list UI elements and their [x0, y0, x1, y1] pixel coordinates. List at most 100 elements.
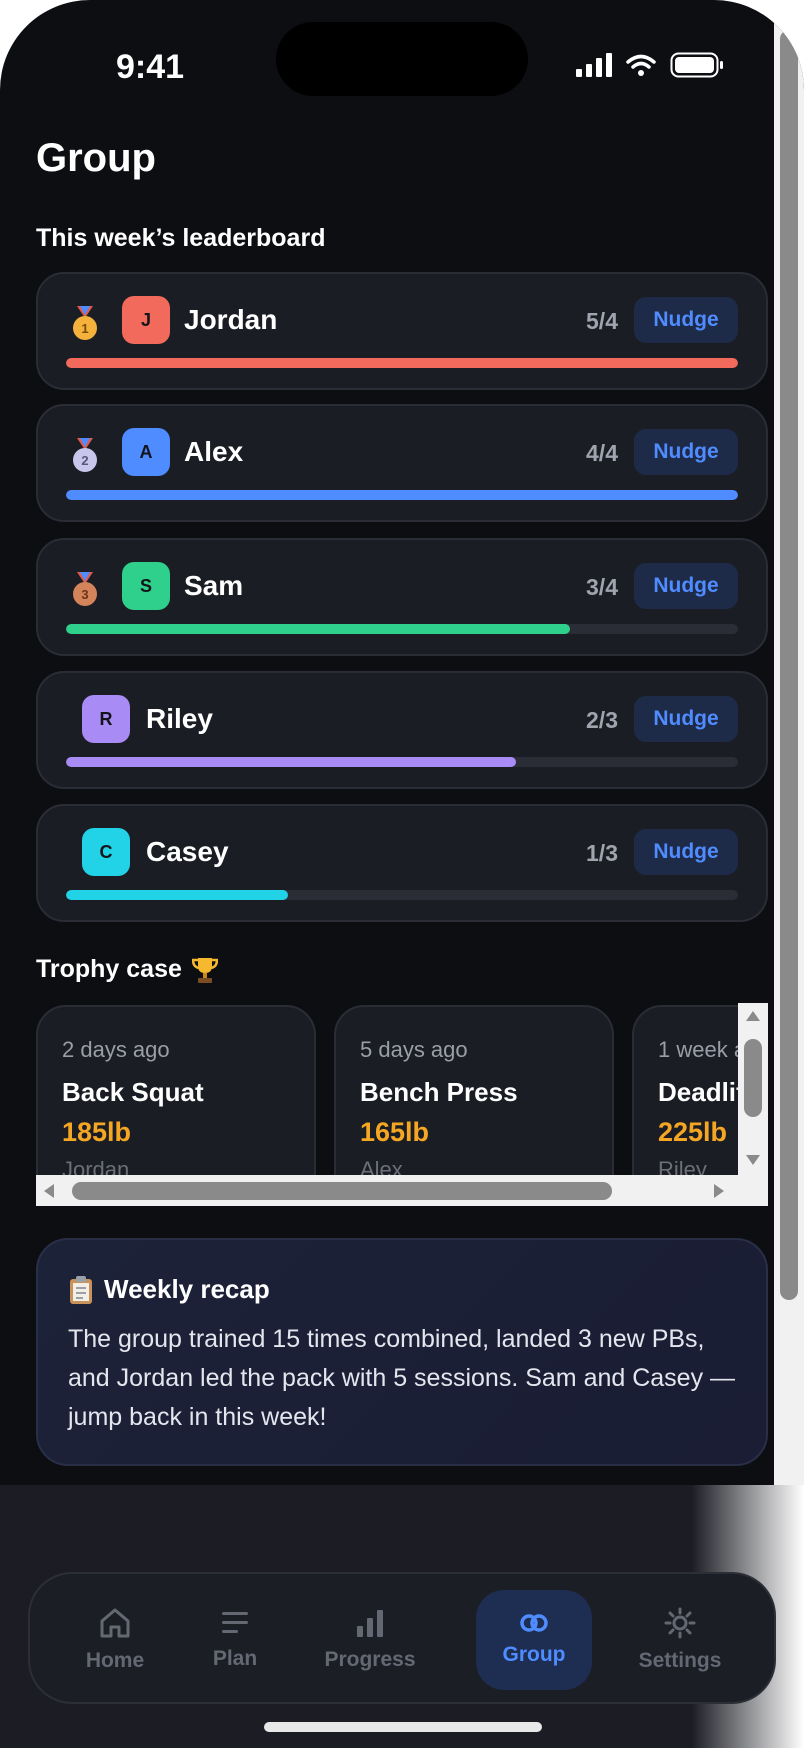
- home-icon: [100, 1608, 130, 1638]
- session-score: 5/4: [586, 308, 618, 334]
- avatar: S: [122, 562, 170, 610]
- phone-screen: 9:41 Group This week’s leaderboard 1 J J…: [0, 0, 804, 1748]
- tab-settings[interactable]: Settings: [610, 1590, 750, 1690]
- trophy-weight: 185lb: [62, 1117, 132, 1147]
- member-name: Sam: [184, 570, 244, 601]
- carousel-horizontal-scroll-thumb[interactable]: [72, 1182, 612, 1200]
- gold-medal-icon: 1: [73, 306, 97, 340]
- trophy-icon: [191, 957, 218, 983]
- leaderboard-title: This week’s leaderboard: [36, 224, 326, 252]
- trophy-case-label: Trophy case: [36, 955, 182, 983]
- page-scroll-thumb[interactable]: [780, 30, 798, 1300]
- progress-track: [66, 757, 738, 767]
- group-icon: [520, 1614, 548, 1632]
- trophy-lift: Back Squat: [62, 1077, 204, 1107]
- avatar: A: [122, 428, 170, 476]
- medal-rank: 2: [81, 453, 88, 468]
- tab-label: Settings: [638, 1649, 722, 1672]
- home-indicator[interactable]: [264, 1722, 542, 1732]
- nudge-button[interactable]: Nudge: [634, 563, 738, 609]
- tab-group[interactable]: Group: [476, 1590, 592, 1690]
- scroll-left-arrow-icon[interactable]: [42, 1183, 56, 1199]
- wifi-icon: [626, 54, 656, 76]
- avatar-initial: C: [99, 841, 113, 862]
- tab-plan[interactable]: Plan: [180, 1590, 290, 1690]
- avatar-initial: J: [140, 309, 151, 330]
- avatar-initial: R: [99, 708, 113, 729]
- bronze-medal-icon: 3: [73, 572, 97, 606]
- nudge-button[interactable]: Nudge: [634, 829, 738, 875]
- trophy-card[interactable]: 2 days ago Back Squat 185lb Jordan: [36, 1005, 316, 1175]
- nudge-button[interactable]: Nudge: [634, 696, 738, 742]
- trophy-member: Riley: [658, 1157, 707, 1175]
- trophy-date: 1 week ago: [658, 1037, 738, 1062]
- page-title: Group: [36, 136, 156, 180]
- gear-icon: [664, 1607, 696, 1639]
- nudge-button[interactable]: Nudge: [634, 429, 738, 475]
- bar-chart-icon: [357, 1610, 383, 1637]
- list-icon: [222, 1612, 248, 1633]
- session-score: 2/3: [586, 707, 618, 733]
- progress-fill: [66, 757, 517, 767]
- trophy-card[interactable]: 5 days ago Bench Press 165lb Alex: [334, 1005, 614, 1175]
- member-name: Riley: [146, 703, 213, 734]
- dynamic-island: [276, 22, 528, 96]
- progress-fill: [66, 358, 738, 368]
- scroll-right-arrow-icon[interactable]: [712, 1183, 726, 1199]
- trophy-lift: Bench Press: [360, 1077, 518, 1107]
- trophy-weight: 225lb: [658, 1117, 728, 1147]
- silver-medal-icon: 2: [73, 438, 97, 472]
- status-icons: [576, 52, 724, 78]
- avatar: R: [82, 695, 130, 743]
- member-name: Jordan: [184, 304, 278, 335]
- progress-fill: [66, 890, 288, 900]
- leaderboard-row: R Riley 2/3 Nudge: [36, 671, 768, 789]
- trophy-member: Alex: [360, 1157, 403, 1175]
- battery-icon: [670, 52, 723, 78]
- leaderboard-row: 2 A Alex 4/4 Nudge: [36, 404, 768, 522]
- leaderboard-row: C Casey 1/3 Nudge: [36, 804, 768, 922]
- weekly-recap-card: Weekly recap The group trained 15 times …: [36, 1238, 768, 1466]
- trophy-card[interactable]: 1 week ago Deadlift 225lb Riley: [632, 1005, 738, 1175]
- progress-track: [66, 358, 738, 368]
- weekly-recap-title: Weekly recap: [68, 1274, 270, 1305]
- medal-rank: 3: [81, 587, 88, 602]
- tab-label: Home: [85, 1649, 145, 1672]
- tab-home[interactable]: Home: [60, 1590, 170, 1690]
- trophy-carousel-viewport: 2 days ago Back Squat 185lb Jordan 5 day…: [36, 1003, 738, 1175]
- tab-label: Plan: [212, 1647, 258, 1670]
- leaderboard-row: 1 J Jordan 5/4 Nudge: [36, 272, 768, 390]
- tab-bar: Home Plan Progress Group Settings: [28, 1572, 776, 1704]
- status-bar: 9:41: [0, 0, 774, 120]
- member-name: Alex: [184, 436, 244, 467]
- avatar: J: [122, 296, 170, 344]
- carousel-horizontal-scrollbar[interactable]: [36, 1175, 768, 1206]
- trophy-date: 5 days ago: [360, 1037, 468, 1062]
- avatar-initial: S: [139, 575, 152, 596]
- signal-icon: [576, 53, 612, 77]
- progress-track: [66, 490, 738, 500]
- carousel-vertical-scrollbar[interactable]: [738, 1003, 768, 1175]
- carousel-vertical-scroll-thumb[interactable]: [744, 1039, 762, 1117]
- leaderboard-row: 3 S Sam 3/4 Nudge: [36, 538, 768, 656]
- tab-progress[interactable]: Progress: [300, 1590, 440, 1690]
- scroll-up-arrow-icon[interactable]: [744, 1009, 762, 1023]
- tab-label: Progress: [324, 1648, 416, 1671]
- session-score: 1/3: [586, 840, 618, 866]
- progress-fill: [66, 490, 738, 500]
- trophy-weight: 165lb: [360, 1117, 430, 1147]
- nudge-button[interactable]: Nudge: [634, 297, 738, 343]
- clipboard-icon: [70, 1275, 92, 1304]
- member-name: Casey: [146, 836, 229, 867]
- scroll-down-arrow-icon[interactable]: [744, 1153, 762, 1167]
- progress-track: [66, 890, 738, 900]
- medal-rank: 1: [81, 321, 88, 336]
- trophy-date: 2 days ago: [62, 1037, 170, 1062]
- session-score: 4/4: [586, 440, 618, 466]
- session-score: 3/4: [586, 574, 618, 600]
- trophy-member: Jordan: [62, 1157, 130, 1175]
- avatar-initial: A: [139, 441, 153, 462]
- progress-fill: [66, 624, 570, 634]
- avatar: C: [82, 828, 130, 876]
- trophy-carousel[interactable]: 2 days ago Back Squat 185lb Jordan 5 day…: [36, 1003, 768, 1206]
